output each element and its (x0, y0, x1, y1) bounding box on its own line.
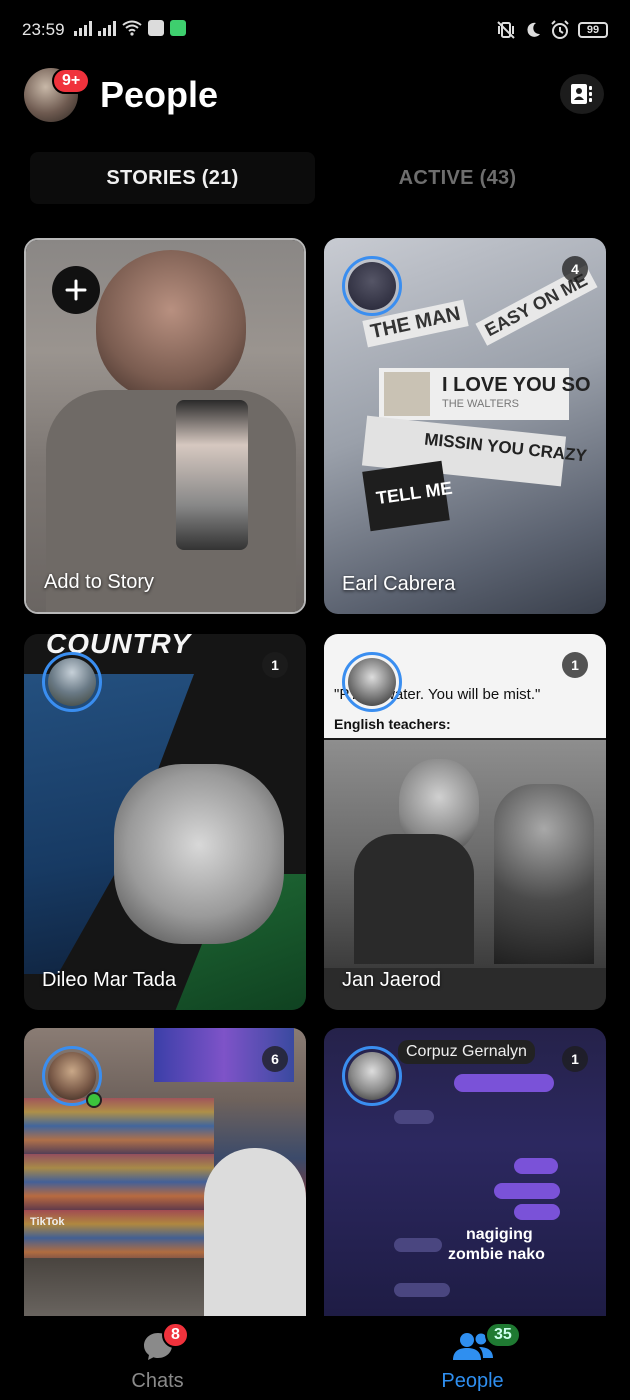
chat-bubble (514, 1204, 560, 1220)
tab-stories[interactable]: STORIES (21) (30, 152, 315, 204)
online-status-dot (86, 1092, 102, 1108)
moon-icon (527, 22, 540, 37)
story-name: Dileo Mar Tada (42, 969, 177, 991)
avatar (348, 262, 396, 310)
people-active-badge: 35 (485, 1322, 521, 1348)
story-name: Earl Cabrera (342, 573, 456, 595)
app-notification-icon (148, 20, 164, 36)
story-avatar-ring (342, 652, 402, 712)
chat-bubble (454, 1074, 554, 1092)
status-time: 23:59 (22, 20, 65, 39)
bottom-navigation: 8 Chats 35 People (0, 1316, 630, 1400)
nav-people-label: People (441, 1370, 504, 1392)
status-bar: 23:59 99 (0, 0, 630, 62)
story-overlay-text: English teachers: (334, 716, 451, 732)
meme-person-body (354, 834, 474, 964)
story-count-badge: 4 (562, 256, 588, 282)
story-overlay-text: nagiging (466, 1226, 533, 1243)
store-shelf-image (24, 1098, 214, 1258)
nav-people[interactable]: 35 People (315, 1316, 630, 1400)
add-to-story-card[interactable]: Add to Story (24, 238, 306, 614)
add-story-button[interactable] (52, 266, 100, 314)
chat-bubble (494, 1183, 560, 1199)
status-right-icons: 99 (496, 20, 608, 40)
story-overlay-text: zombie nako (448, 1246, 545, 1263)
story-overlay-text: THE WALTERS (442, 398, 520, 410)
story-card-corpuz-gernalyn[interactable]: Corpuz Gernalyn nagiging zombie nako 1 (324, 1028, 606, 1318)
shopper-image (204, 1148, 306, 1318)
story-avatar-ring (342, 256, 402, 316)
status-left-icons (74, 20, 186, 36)
story-name: Jan Jaerod (342, 969, 441, 991)
contacts-button[interactable] (560, 74, 604, 114)
story-person-image (96, 250, 246, 400)
story-count-badge: 1 (562, 1046, 588, 1072)
story-avatar-ring (342, 1046, 402, 1106)
people-tabs: STORIES (21) ACTIVE (43) (30, 152, 600, 204)
chat-bubble (514, 1158, 558, 1174)
story-face-image (114, 764, 284, 944)
profile-avatar-button[interactable]: 9+ (24, 68, 91, 122)
nav-chats-label: Chats (131, 1370, 184, 1392)
story-count-badge: 6 (262, 1046, 288, 1072)
signal-icon (74, 20, 92, 36)
alarm-icon (551, 20, 569, 39)
story-overlay-text: Corpuz Gernalyn (398, 1040, 535, 1064)
story-card-5[interactable]: TikTok 6 (24, 1028, 306, 1318)
app-header: 9+ People (0, 62, 630, 132)
chats-unread-badge: 8 (162, 1322, 189, 1348)
chat-bubble (394, 1238, 442, 1252)
tiktok-watermark: TikTok (30, 1216, 65, 1228)
page-title: People (100, 74, 219, 115)
battery-icon: 99 (578, 22, 608, 38)
story-phone-image (176, 400, 248, 550)
chat-bubble (394, 1283, 450, 1297)
nav-chats[interactable]: 8 Chats (0, 1316, 315, 1400)
avatar (48, 658, 96, 706)
story-count-badge: 1 (262, 652, 288, 678)
wifi-icon (122, 20, 142, 36)
story-avatar-ring (42, 652, 102, 712)
album-art (384, 372, 430, 416)
notification-badge: 9+ (52, 68, 91, 94)
story-card-dileo-mar-tada[interactable]: COUNTRY 1 Dileo Mar Tada (24, 634, 306, 1010)
story-overlay-text: I LOVE YOU SO (442, 374, 591, 396)
story-card-earl-cabrera[interactable]: THE MAN EASY ON ME I LOVE YOU SO THE WAL… (324, 238, 606, 614)
chat-bubble (394, 1110, 434, 1124)
story-count-badge: 1 (562, 652, 588, 678)
story-name: Add to Story (44, 571, 155, 593)
vibrate-icon (497, 21, 515, 39)
contacts-book-icon (571, 84, 592, 104)
story-card-jan-jaerod[interactable]: "P...led water. You will be mist." Engli… (324, 634, 606, 1010)
chat-app-notification-icon (170, 20, 186, 36)
avatar (348, 1052, 396, 1100)
avatar (348, 658, 396, 706)
signal-icon-2 (98, 20, 116, 36)
tab-active[interactable]: ACTIVE (43) (315, 152, 600, 204)
meme-person2-image (494, 784, 594, 964)
plus-icon (65, 279, 87, 301)
